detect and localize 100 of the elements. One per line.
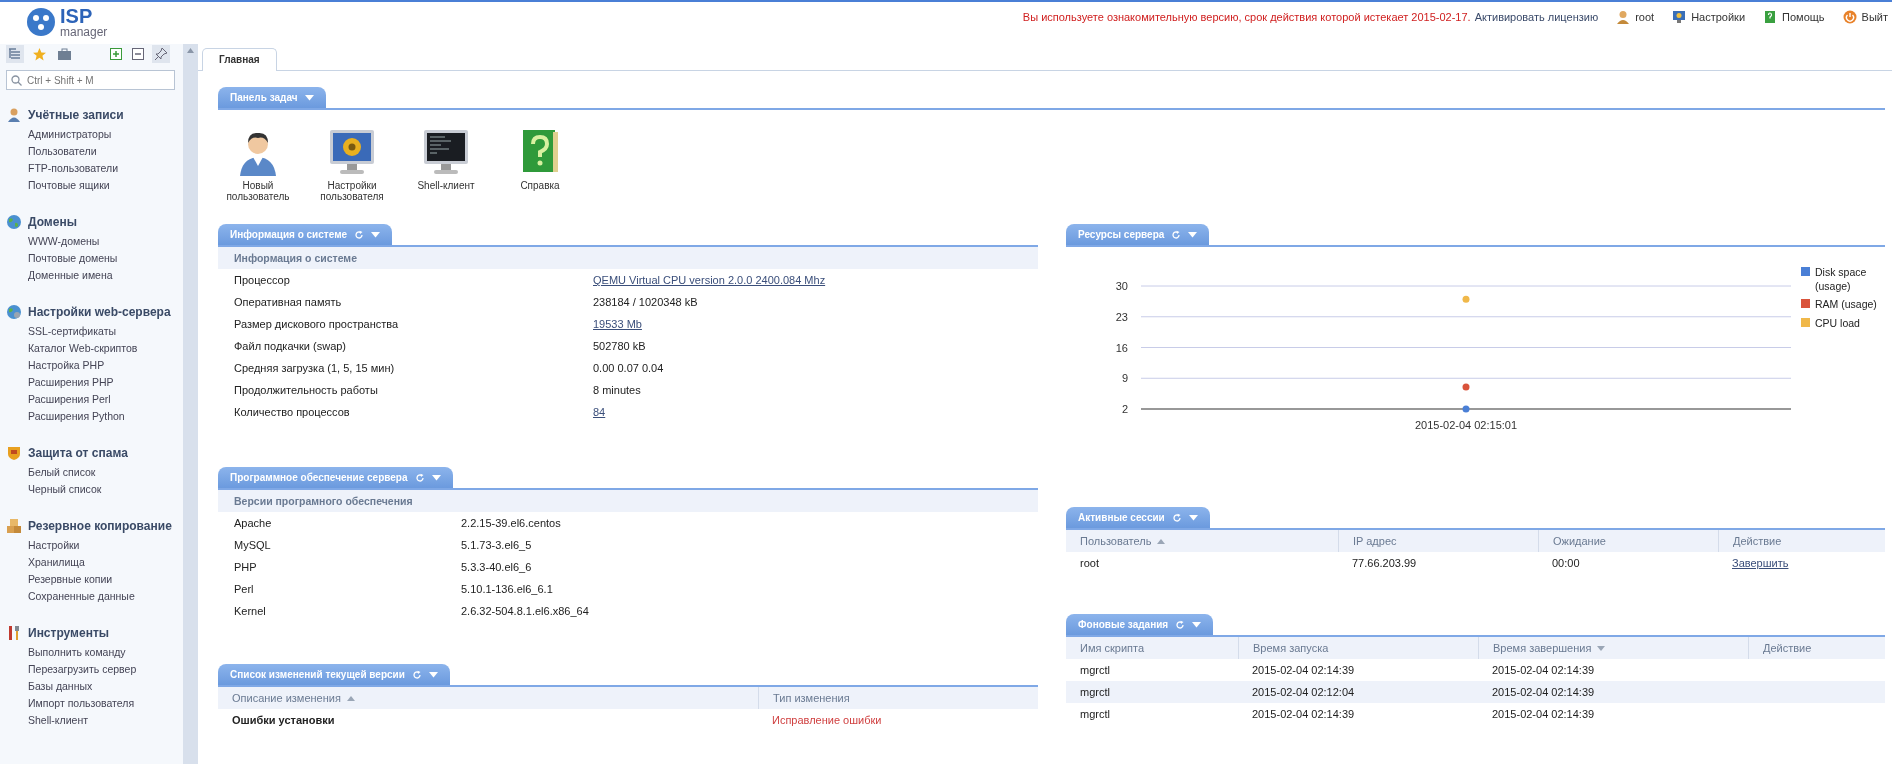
sidebar-item[interactable]: Каталог Web-скриптов <box>6 340 183 357</box>
sidebar-item[interactable]: Пользователи <box>6 143 183 160</box>
column-header[interactable]: Тип изменения <box>758 687 1038 709</box>
collapse-all-button[interactable] <box>130 46 146 62</box>
property-value: 2.2.15-39.el6.centos <box>461 517 562 529</box>
tab[interactable]: Главная <box>202 48 277 71</box>
logo-title: ISP <box>60 6 94 26</box>
sidebar-item[interactable]: Перезагрузить сервер <box>6 661 183 678</box>
sidebar-item[interactable]: Доменные имена <box>6 267 183 284</box>
dropdown-caret-icon[interactable] <box>1188 231 1198 238</box>
dropdown-caret-icon[interactable] <box>1192 621 1202 628</box>
sidebar-item[interactable]: Расширения Python <box>6 408 183 425</box>
sidebar-item[interactable]: Расширения Perl <box>6 391 183 408</box>
column-header[interactable]: Пользователь <box>1066 530 1338 552</box>
header-link[interactable]: Помощь <box>1763 10 1825 24</box>
property-name: Размер дискового пространства <box>234 318 400 330</box>
column-header[interactable]: Время запуска <box>1238 637 1478 659</box>
sidebar-item[interactable]: Почтовые домены <box>6 250 183 267</box>
sidebar-item[interactable]: Расширения PHP <box>6 374 183 391</box>
property-value: 502780 kB <box>593 340 647 352</box>
shortcut[interactable]: Настройки пользователя <box>316 128 388 224</box>
scrollbar[interactable] <box>183 44 198 764</box>
scroll-up-arrow-icon[interactable] <box>187 48 194 53</box>
table-cell-text: mgrctl <box>1079 686 1111 698</box>
dropdown-caret-icon[interactable] <box>431 474 441 481</box>
shortcut[interactable]: Новый пользователь <box>222 128 294 224</box>
dropdown-caret-icon[interactable] <box>371 231 381 238</box>
pin-button[interactable] <box>152 45 170 63</box>
section-title[interactable]: Инструменты <box>28 626 110 640</box>
refresh-icon[interactable] <box>411 669 422 680</box>
globe-gear-icon <box>6 304 22 320</box>
header-link[interactable]: root <box>1616 10 1655 24</box>
section-title[interactable]: Настройки web-сервера <box>28 305 171 319</box>
column-header[interactable]: Действие <box>1718 530 1885 552</box>
sidebar-item[interactable]: Резервные копии <box>6 571 183 588</box>
refresh-icon[interactable] <box>1171 229 1182 240</box>
sidebar-item[interactable]: Настройка PHP <box>6 357 183 374</box>
refresh-icon[interactable] <box>354 229 365 240</box>
sidebar-item[interactable]: Импорт пользователя <box>6 695 183 712</box>
property-name: MySQL <box>234 539 272 551</box>
table-cell-text: 2015-02-04 02:14:39 <box>1251 708 1356 720</box>
refresh-icon[interactable] <box>1171 512 1182 523</box>
briefcase-button[interactable] <box>55 45 74 63</box>
end-session-link[interactable]: Завершить <box>1718 557 1885 569</box>
property-link[interactable]: QEMU Virtual CPU version 2.0.0 2400.084 Mhz <box>593 274 1022 286</box>
sidebar-item[interactable]: Настройки <box>6 537 183 554</box>
header-link[interactable]: Настройки <box>1672 10 1746 24</box>
shortcut[interactable]: Shell-клиент <box>410 128 482 224</box>
shield-icon <box>6 445 22 461</box>
section-title[interactable]: Резервное копирование <box>28 519 172 533</box>
column-header[interactable]: Имя скрипта <box>1066 637 1238 659</box>
column-header[interactable]: Ожидание <box>1538 530 1718 552</box>
panel-title: Ресурсы сервера <box>1078 229 1165 240</box>
sidebar-item[interactable]: FTP-пользователи <box>6 160 183 177</box>
sidebar-item[interactable]: SSL-сертификаты <box>6 323 183 340</box>
sidebar-item[interactable]: WWW-домены <box>6 233 183 250</box>
shortcut[interactable]: Справка <box>504 128 576 224</box>
sidebar-item[interactable]: Shell-клиент <box>6 712 183 729</box>
refresh-icon[interactable] <box>414 472 425 483</box>
dropdown-caret-icon[interactable] <box>1188 514 1198 521</box>
header-link[interactable]: Выйт <box>1842 10 1888 24</box>
dropdown-caret-icon[interactable] <box>428 671 438 678</box>
logo-subtitle: manager <box>60 26 108 38</box>
sidebar-item[interactable]: Почтовые ящики <box>6 177 183 194</box>
sidebar-item[interactable]: Сохраненные данные <box>6 588 183 605</box>
tree-view-button[interactable] <box>6 45 24 63</box>
sidebar-item[interactable]: Выполнить команду <box>6 644 183 661</box>
sidebar-item[interactable]: Базы данных <box>6 678 183 695</box>
sidebar-item[interactable]: Хранилища <box>6 554 183 571</box>
expand-all-button[interactable] <box>108 46 124 62</box>
column-header[interactable]: IP адрес <box>1338 530 1538 552</box>
table-subheader: Информация о системе <box>218 247 1038 269</box>
user-icon <box>1616 10 1631 24</box>
globe-icon <box>6 214 22 230</box>
sidebar-item[interactable]: Белый список <box>6 464 183 481</box>
sidebar-item[interactable]: Администраторы <box>6 126 183 143</box>
section-title[interactable]: Защита от спама <box>28 446 128 460</box>
y-tick-label: 30 <box>1115 280 1128 292</box>
property-name: PHP <box>234 561 258 573</box>
column-header[interactable]: Описание изменения <box>218 687 758 709</box>
users-icon <box>6 107 22 123</box>
tools-icon <box>6 625 22 641</box>
boxes-icon <box>6 518 22 534</box>
activate-license-link[interactable]: Активировать лицензию <box>1474 11 1599 23</box>
property-link[interactable]: 84 <box>593 406 1022 418</box>
section-title[interactable]: Учётные записи <box>28 108 124 122</box>
section-title[interactable]: Домены <box>28 215 77 229</box>
property-link[interactable]: 19533 Mb <box>593 318 1022 330</box>
y-tick-label: 2 <box>1121 403 1128 415</box>
column-header[interactable]: Время завершения <box>1478 637 1748 659</box>
table-cell-text: mgrctl <box>1079 708 1111 720</box>
property-name: Apache <box>234 517 273 529</box>
panel-title: Активные сессии <box>1078 512 1165 523</box>
sidebar-item[interactable]: Черный список <box>6 481 183 498</box>
column-header[interactable]: Действие <box>1748 637 1885 659</box>
panel-title: Информация о системе <box>230 229 348 240</box>
dropdown-caret-icon[interactable] <box>304 94 314 101</box>
search-field[interactable]: Ctrl + Shift + M <box>6 70 175 90</box>
refresh-icon[interactable] <box>1175 619 1186 630</box>
table-cell-text: root <box>1079 557 1100 569</box>
